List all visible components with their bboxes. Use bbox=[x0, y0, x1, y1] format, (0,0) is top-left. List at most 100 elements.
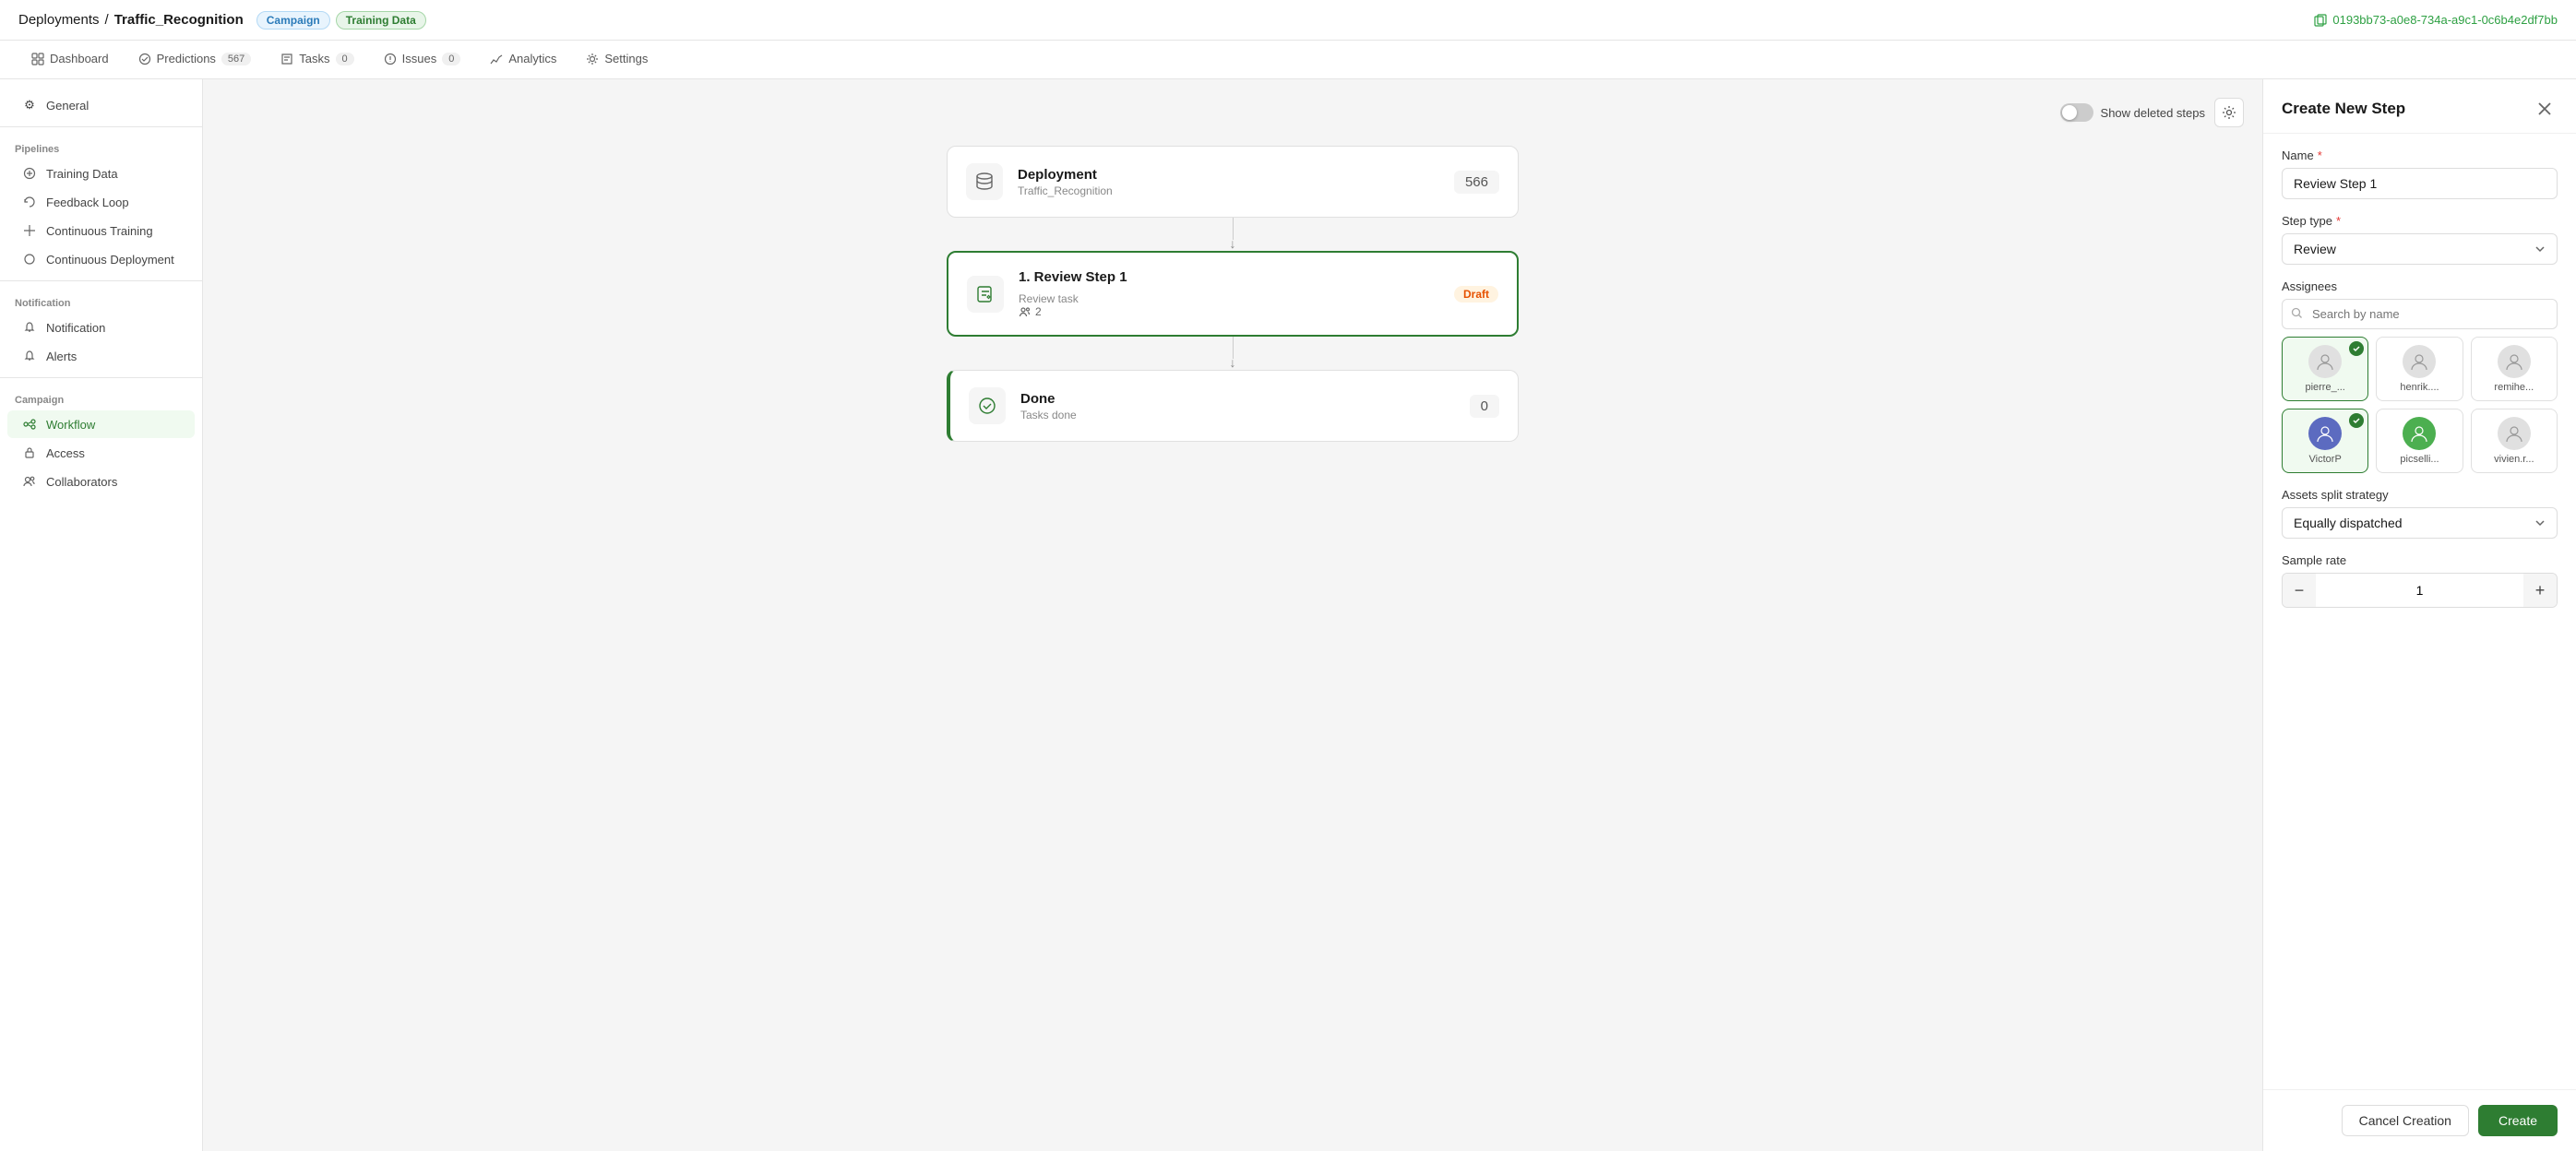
sidebar-item-feedback-label: Feedback Loop bbox=[46, 196, 129, 209]
sidebar-item-continuous-deployment-label: Continuous Deployment bbox=[46, 253, 174, 267]
sidebar-item-access[interactable]: Access bbox=[7, 439, 195, 467]
tab-predictions[interactable]: Predictions 567 bbox=[125, 41, 265, 79]
content-area: Show deleted steps Deployment Traffic_Re… bbox=[203, 79, 2262, 1151]
tab-tasks-count: 0 bbox=[336, 53, 354, 65]
sidebar-item-feedback-loop[interactable]: Feedback Loop bbox=[7, 188, 195, 216]
sample-rate-label: Sample rate bbox=[2282, 553, 2558, 567]
nav-tabs: Dashboard Predictions 567 Tasks 0 Issues… bbox=[0, 41, 2576, 79]
deployment-card-info: Deployment Traffic_Recognition bbox=[1018, 167, 1439, 197]
copy-icon bbox=[2314, 14, 2327, 27]
pierre-name: pierre_... bbox=[2305, 382, 2344, 393]
tab-issues[interactable]: Issues 0 bbox=[371, 41, 474, 79]
sidebar-item-continuous-training[interactable]: Continuous Training bbox=[7, 217, 195, 244]
panel-header: Create New Step bbox=[2263, 79, 2576, 134]
workflow-card-done[interactable]: Done Tasks done 0 bbox=[947, 370, 1519, 442]
step-type-required: * bbox=[2336, 214, 2341, 228]
split-strategy-select[interactable]: Equally dispatched Random Manual bbox=[2282, 507, 2558, 539]
issues-icon bbox=[384, 53, 397, 65]
breadcrumb-project[interactable]: Traffic_Recognition bbox=[114, 12, 244, 28]
breadcrumb-separator: / bbox=[105, 12, 109, 28]
sidebar-item-collaborators-label: Collaborators bbox=[46, 475, 117, 489]
sidebar-item-training-label: Training Data bbox=[46, 167, 118, 181]
sidebar-item-continuous-training-label: Continuous Training bbox=[46, 224, 153, 238]
sample-rate-decrease-button[interactable]: − bbox=[2283, 574, 2316, 607]
analytics-icon bbox=[490, 53, 503, 65]
dashboard-icon bbox=[31, 53, 44, 65]
henrik-avatar bbox=[2403, 345, 2436, 378]
tab-predictions-label: Predictions bbox=[157, 52, 216, 65]
search-icon bbox=[2291, 307, 2303, 322]
deployment-card-count: 566 bbox=[1454, 171, 1499, 194]
tab-issues-count: 0 bbox=[442, 53, 460, 65]
connector-1: ↓ bbox=[1230, 218, 1236, 251]
review-card-subtitle: Review task bbox=[1019, 292, 1079, 305]
panel-footer: Cancel Creation Create bbox=[2263, 1089, 2576, 1151]
name-input[interactable] bbox=[2282, 168, 2558, 199]
tab-dashboard-label: Dashboard bbox=[50, 52, 109, 65]
sidebar-item-notification[interactable]: Notification bbox=[7, 314, 195, 341]
vivienr-name: vivien.r... bbox=[2494, 454, 2534, 465]
deployment-id: 0193bb73-a0e8-734a-a9c1-0c6b4e2df7bb bbox=[2314, 13, 2558, 27]
right-panel: Create New Step Name * Step type * bbox=[2262, 79, 2576, 1151]
victorp-name: VictorP bbox=[2309, 454, 2342, 465]
connector-arrow-2: ↓ bbox=[1230, 355, 1236, 370]
sidebar-item-workflow[interactable]: Workflow bbox=[7, 410, 195, 438]
predictions-icon bbox=[138, 53, 151, 65]
sidebar-item-workflow-label: Workflow bbox=[46, 418, 95, 432]
sidebar-item-general[interactable]: ⚙ General bbox=[7, 91, 195, 119]
name-label: Name * bbox=[2282, 148, 2558, 162]
review-card-title: 1. Review Step 1 bbox=[1019, 269, 1439, 285]
henrik-name: henrik.... bbox=[2400, 382, 2439, 393]
remihe-avatar bbox=[2498, 345, 2531, 378]
assignee-card-henrik[interactable]: henrik.... bbox=[2376, 337, 2463, 401]
sample-rate-increase-button[interactable]: + bbox=[2523, 574, 2557, 607]
assignees-search-input[interactable] bbox=[2282, 299, 2558, 329]
breadcrumb-deployments[interactable]: Deployments bbox=[18, 12, 100, 28]
assignee-card-vivienr[interactable]: vivien.r... bbox=[2471, 409, 2558, 473]
show-deleted-toggle[interactable] bbox=[2060, 103, 2093, 122]
cancel-creation-button[interactable]: Cancel Creation bbox=[2342, 1105, 2469, 1136]
workflow-icon bbox=[22, 417, 37, 432]
step-type-select[interactable]: Review Annotation Quality bbox=[2282, 233, 2558, 265]
continuous-training-icon bbox=[22, 223, 37, 238]
connector-arrow-1: ↓ bbox=[1230, 236, 1236, 251]
sample-rate-input[interactable] bbox=[2316, 576, 2523, 605]
workflow-settings-button[interactable] bbox=[2214, 98, 2244, 127]
sidebar-item-collaborators[interactable]: Collaborators bbox=[7, 468, 195, 495]
remihe-name: remihe... bbox=[2494, 382, 2534, 393]
sample-rate-field-group: Sample rate − + bbox=[2282, 553, 2558, 608]
sidebar-item-alerts[interactable]: Alerts bbox=[7, 342, 195, 370]
notification-label: Notification bbox=[0, 289, 202, 313]
review-assignees-count: 2 bbox=[1035, 305, 1042, 318]
tab-dashboard[interactable]: Dashboard bbox=[18, 41, 122, 79]
tab-analytics[interactable]: Analytics bbox=[477, 41, 569, 79]
create-button[interactable]: Create bbox=[2478, 1105, 2558, 1136]
draft-badge: Draft bbox=[1454, 286, 1498, 303]
tab-settings[interactable]: Settings bbox=[573, 41, 661, 79]
tab-settings-label: Settings bbox=[604, 52, 648, 65]
general-icon: ⚙ bbox=[22, 98, 37, 113]
assignee-card-pierre[interactable]: pierre_... bbox=[2282, 337, 2368, 401]
tab-analytics-label: Analytics bbox=[508, 52, 556, 65]
collaborators-icon bbox=[22, 474, 37, 489]
workflow-card-deployment[interactable]: Deployment Traffic_Recognition 566 bbox=[947, 146, 1519, 218]
close-button[interactable] bbox=[2532, 96, 2558, 122]
sidebar-item-continuous-deployment[interactable]: Continuous Deployment bbox=[7, 245, 195, 273]
assignee-card-remihe[interactable]: remihe... bbox=[2471, 337, 2558, 401]
access-icon bbox=[22, 445, 37, 460]
done-card-title: Done bbox=[1020, 391, 1455, 407]
step-type-field-group: Step type * Review Annotation Quality bbox=[2282, 214, 2558, 265]
assignee-card-picselli[interactable]: picselli... bbox=[2376, 409, 2463, 473]
workflow-card-review[interactable]: 1. Review Step 1 Review task 2 Draft bbox=[947, 251, 1519, 337]
tab-tasks[interactable]: Tasks 0 bbox=[268, 41, 366, 79]
review-card-assignees: 2 bbox=[1019, 305, 1439, 318]
connector-2: ↓ bbox=[1230, 337, 1236, 370]
sidebar-item-training-data[interactable]: Training Data bbox=[7, 160, 195, 187]
victorp-avatar bbox=[2308, 417, 2342, 450]
feedback-loop-icon bbox=[22, 195, 37, 209]
assignee-card-victorp[interactable]: VictorP bbox=[2282, 409, 2368, 473]
close-icon bbox=[2537, 101, 2552, 116]
gear-icon bbox=[2222, 105, 2236, 120]
assignees-grid: pierre_... henrik.... remi bbox=[2282, 337, 2558, 473]
panel-title: Create New Step bbox=[2282, 100, 2405, 118]
